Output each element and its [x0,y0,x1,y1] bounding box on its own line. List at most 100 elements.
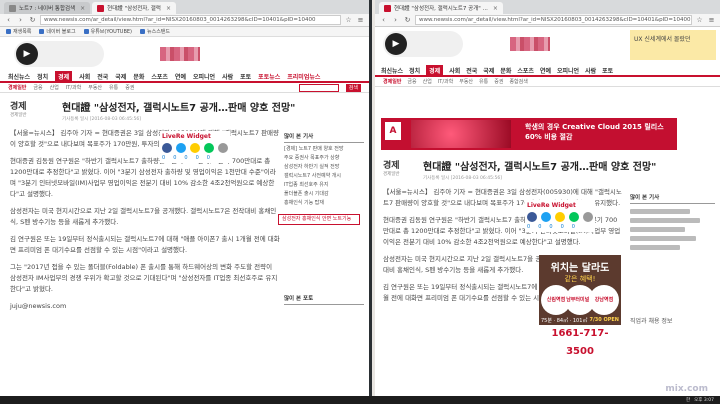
subnav-item[interactable]: 부동산 [88,84,102,91]
kakao-icon[interactable] [555,212,565,222]
nav-item[interactable]: 정치 [409,66,420,75]
menu-icon[interactable]: ≡ [707,16,716,25]
forward-icon[interactable]: › [16,16,25,25]
url-input[interactable]: www.newsis.com/ar_detail/view.html?ar_id… [40,15,341,25]
tab-naver-search[interactable]: 노트7 : 네이버 통합검색 × [4,2,91,14]
sidebar-item[interactable] [630,227,685,232]
reload-icon[interactable]: ↻ [403,16,412,25]
audio-player[interactable]: ▶ [383,31,463,57]
nav-item[interactable]: 국제 [115,72,126,81]
sidebar-item[interactable]: 폴더블폰 출시 기대감 [284,190,364,199]
subnav-item[interactable]: 부동산 [459,78,473,85]
star-icon[interactable]: ☆ [344,16,353,25]
twitter-icon[interactable] [176,143,186,153]
highlight-link[interactable]: 삼성전자 홍채인식 안면 노트기능 [278,214,360,225]
subnav-item[interactable]: 금융 [407,78,416,85]
subnav-item[interactable]: 금융 [33,84,42,91]
nav-item[interactable]: 최신뉴스 [381,66,403,75]
top-ad[interactable]: UX 신세계에서 몰랐던 [630,30,716,60]
sidebar-item[interactable]: 삼성전자 하반기 실적 전망 [284,163,364,172]
nav-item[interactable]: 최신뉴스 [8,72,30,81]
back-icon[interactable]: ‹ [379,16,388,25]
subnav-item[interactable]: 종합검색 [509,78,527,85]
sidebar-item[interactable]: [경제] 노트7 판매 양호 전망 [284,145,364,154]
reload-icon[interactable]: ↻ [28,16,37,25]
subnav-item[interactable]: IT/과학 [438,78,453,85]
subnav-item[interactable]: 산업 [50,84,59,91]
share-icon[interactable] [218,143,228,153]
ime-indicator[interactable]: 한 [686,397,690,403]
nav-item[interactable]: 포토뉴스 [258,72,280,81]
nav-item[interactable]: 국제 [483,66,494,75]
naver-icon[interactable] [204,143,214,153]
site-logo[interactable] [510,37,550,51]
nav-item[interactable]: 사람 [222,72,233,81]
naver-icon[interactable] [569,212,579,222]
sidebar-item[interactable]: 주요 증권사 목표주가 상향 [284,154,364,163]
share-icon[interactable] [583,212,593,222]
nav-item[interactable]: 전국 [466,66,477,75]
nav-item[interactable]: 사회 [449,66,460,75]
search-button[interactable]: 검색 [345,83,361,92]
kakao-icon[interactable] [190,143,200,153]
tab-article[interactable]: 현대證 "삼성전자, 갤럭 × [92,2,176,14]
url-input[interactable]: www.newsis.com/ar_detail/view.html?ar_id… [415,15,692,25]
subnav-item[interactable]: 유통 [479,78,488,85]
facebook-icon[interactable] [527,212,537,222]
reporter-email[interactable]: juju@newsis.com [10,301,280,312]
forward-icon[interactable]: › [391,16,400,25]
nav-item[interactable]: 문화 [133,72,144,81]
adobe-ad-banner[interactable]: A 학생의 경우 Creative Cloud 2015 릴리스 60% 비용 … [381,118,677,150]
site-logo[interactable] [160,47,200,61]
play-icon[interactable]: ▶ [16,43,38,65]
sidebar-item[interactable] [630,236,696,241]
audio-player[interactable]: ▶ [14,41,104,67]
nav-item-active[interactable]: 경제 [55,70,73,82]
subnav-item[interactable]: IT/과학 [66,84,81,91]
nav-item[interactable]: 오피니언 [193,72,215,81]
nav-item[interactable]: 스포츠 [151,72,168,81]
close-icon[interactable]: × [80,5,85,12]
bookmark-item[interactable]: 네이버 블로그 [39,28,76,35]
subnav-item[interactable]: 유통 [109,84,118,91]
sidebar-item[interactable]: 홍채인식 기능 탑재 [284,199,364,208]
subnav-item[interactable]: 증권 [494,78,503,85]
star-icon[interactable]: ☆ [695,16,704,25]
nav-item[interactable]: 포토 [240,72,251,81]
nav-item[interactable]: 오피니언 [557,66,579,75]
clock[interactable]: 오후 3:07 [694,397,714,403]
bookmark-item[interactable]: 재생목록 [6,28,31,35]
nav-item[interactable]: 프리미엄뉴스 [287,72,320,81]
nav-item[interactable]: 연예 [175,72,186,81]
side-ad[interactable]: 위치는 달라도 같은 혜택! 신림역점 남부터미널점 강남역점 75분 · 84… [539,255,621,357]
bookmark-item[interactable]: 뉴스스탠드 [140,28,170,35]
menu-icon[interactable]: ≡ [356,16,365,25]
close-icon[interactable]: × [493,5,498,12]
nav-item[interactable]: 연예 [540,66,551,75]
sidebar-item[interactable] [630,209,690,214]
nav-item[interactable]: 문화 [500,66,511,75]
back-icon[interactable]: ‹ [4,16,13,25]
nav-item[interactable]: 사람 [585,66,596,75]
close-icon[interactable]: × [166,5,171,12]
sidebar-item[interactable] [630,218,700,223]
subnav-item[interactable]: 경제일반 [8,84,26,91]
sidebar-item[interactable]: IT업종 최선호주 유지 [284,181,364,190]
nav-item-active[interactable]: 경제 [426,64,444,76]
twitter-icon[interactable] [541,212,551,222]
play-icon[interactable]: ▶ [385,33,407,55]
nav-item[interactable]: 포토 [602,66,613,75]
subnav-item[interactable]: 증권 [125,84,134,91]
nav-item[interactable]: 정치 [37,72,48,81]
subnav-item[interactable]: 산업 [423,78,432,85]
sidebar-item[interactable]: 갤럭시노트7 사전예약 개시 [284,172,364,181]
nav-item[interactable]: 전국 [97,72,108,81]
nav-item[interactable]: 사회 [79,72,90,81]
subnav-item[interactable]: 경제일반 [383,78,401,85]
nav-item[interactable]: 스포츠 [517,66,534,75]
facebook-icon[interactable] [162,143,172,153]
bookmark-item[interactable]: 유튜브(YOUTUBE) [83,28,132,35]
sidebar-item[interactable] [630,245,680,250]
tab-article[interactable]: 현대證 "삼성전자, 갤럭시노트7 공개" ... × [379,2,503,14]
search-input[interactable] [298,83,339,92]
